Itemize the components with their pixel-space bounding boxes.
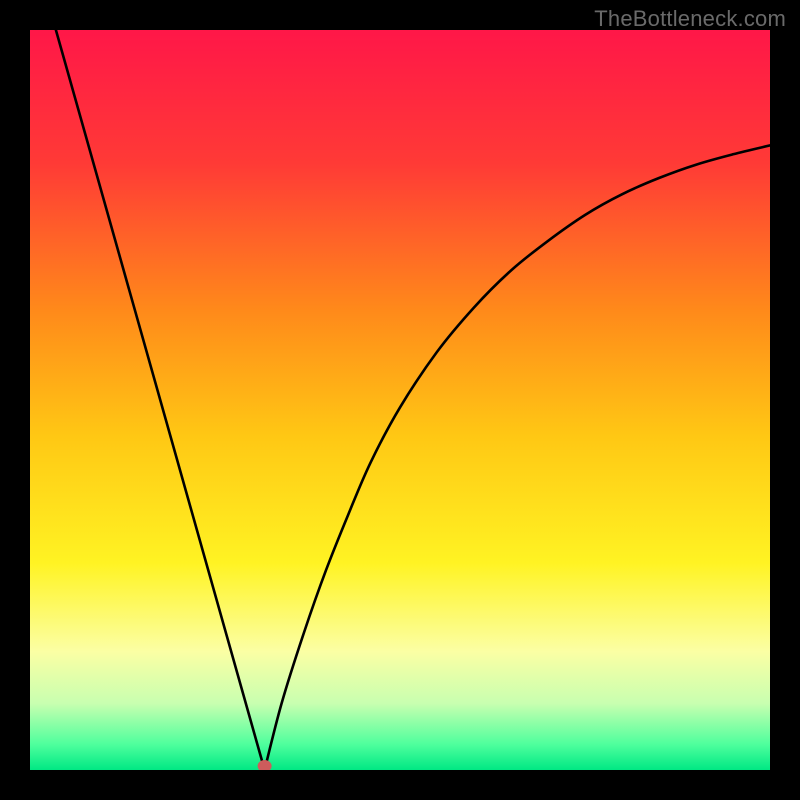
bottleneck-chart: [30, 30, 770, 770]
chart-frame: TheBottleneck.com: [0, 0, 800, 800]
chart-background: [30, 30, 770, 770]
watermark-text: TheBottleneck.com: [594, 6, 786, 32]
